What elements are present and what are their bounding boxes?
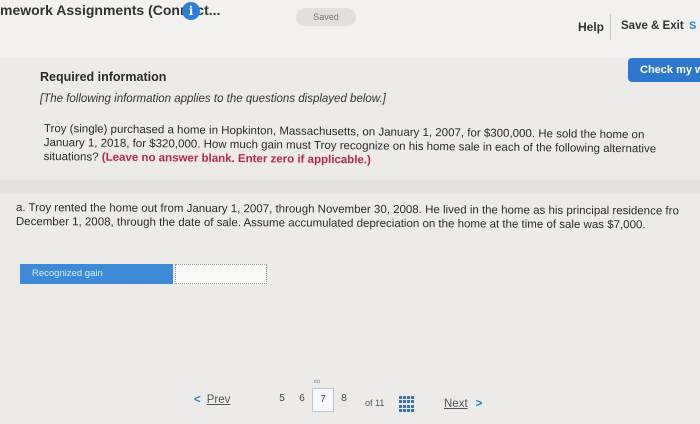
chevron-left-icon: < (194, 394, 201, 406)
grid-view-icon[interactable] (399, 396, 415, 412)
instruction-emphasis: (Leave no answer blank. Enter zero if ap… (101, 151, 371, 167)
page-number-8[interactable]: 8 (334, 388, 354, 410)
next-button[interactable]: Next > (444, 398, 482, 410)
page-number-6[interactable]: 6 (292, 388, 312, 410)
save-exit-button[interactable]: Save & Exit (621, 20, 684, 32)
chevron-right-icon: > (475, 398, 483, 410)
section-divider (0, 180, 700, 194)
recognized-gain-label: Recognized gain (20, 264, 173, 284)
prev-button[interactable]: < Prev (194, 394, 230, 406)
top-bar: mework Assignments (Connect... i Saved H… (0, 0, 700, 58)
page-number-7-current[interactable]: 7 (312, 388, 334, 412)
prev-label: Prev (206, 394, 231, 406)
page: mework Assignments (Connect... i Saved H… (0, 0, 700, 424)
question-text: a. Troy rented the home out from January… (15, 201, 679, 232)
help-button[interactable]: Help (578, 20, 604, 34)
recognized-gain-input[interactable] (175, 264, 267, 284)
required-information-panel: Required information [The following info… (0, 60, 700, 178)
submit-button[interactable]: S (689, 20, 700, 38)
saved-status-badge: Saved (296, 8, 356, 26)
info-icon[interactable]: i (182, 2, 200, 20)
page-total: of 11 (365, 398, 385, 408)
required-info-title: Required information (40, 70, 167, 84)
page-number-5[interactable]: 5 (272, 388, 292, 410)
divider (610, 14, 611, 40)
link-icon: ∞ (313, 376, 321, 386)
check-my-work-button[interactable]: Check my w (628, 58, 700, 82)
required-info-body: Troy (single) purchased a home in Hopkin… (44, 122, 664, 170)
required-info-note: [The following information applies to th… (40, 93, 386, 105)
next-label: Next (444, 398, 468, 410)
